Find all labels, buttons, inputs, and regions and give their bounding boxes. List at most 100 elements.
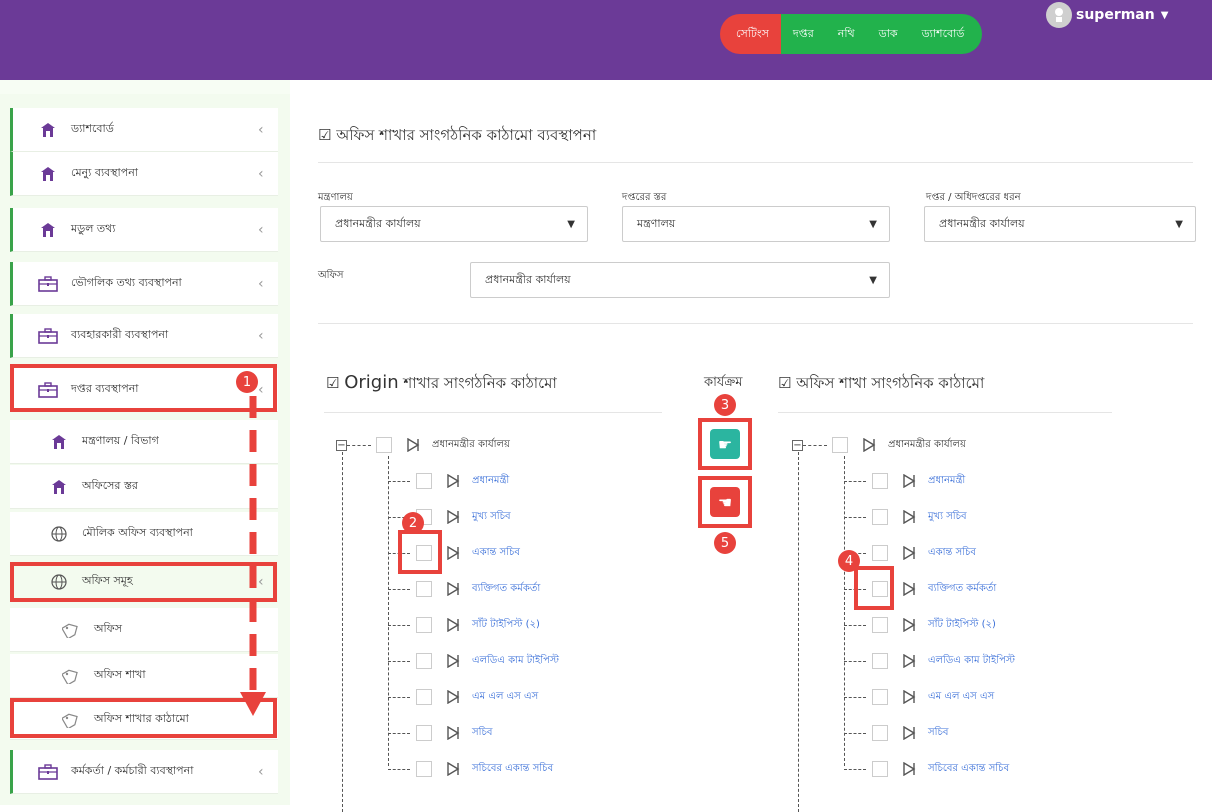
tree-checkbox[interactable] [376, 437, 392, 453]
tree-checkbox[interactable] [832, 437, 848, 453]
tree-root: প্রধানমন্ত্রীর কার্যালয় [832, 434, 966, 456]
tree-label[interactable]: মুখ্য সচিব [472, 509, 511, 526]
sidebar-item-1[interactable]: মেন্যু ব্যবস্থাপনা ‹ [10, 152, 278, 196]
check-square-icon: ☑ [778, 374, 792, 392]
tree-node-icon [446, 725, 460, 741]
tree-node-icon [902, 725, 916, 741]
tree-checkbox[interactable] [872, 545, 888, 561]
office-select[interactable]: প্রধানমন্ত্রীর কার্যালয় ▼ [470, 262, 890, 298]
tree-node: সাঁট টাইপিস্ট (২) [872, 614, 996, 636]
sidebar-item-2[interactable]: মডুল তথ্য ‹ [10, 208, 278, 252]
tag-icon [60, 668, 82, 684]
sidebar-item-label: মেন্যু ব্যবস্থাপনা [71, 166, 138, 179]
home-icon [48, 479, 70, 495]
tree-checkbox[interactable] [872, 473, 888, 489]
tree-node: প্রধানমন্ত্রী [872, 470, 965, 492]
chevron-down-icon: ▼ [1160, 9, 1169, 21]
sidebar-item-4[interactable]: ব্যবহারকারী ব্যবস্থাপনা ‹ [10, 314, 278, 358]
tree-node: এম এল এস এস [872, 686, 994, 708]
layer-label: দপ্তরের স্তর [622, 192, 667, 203]
tree-label[interactable]: একান্ত সচিব [472, 545, 520, 562]
tree-checkbox[interactable] [416, 761, 432, 777]
tree-checkbox[interactable] [416, 617, 432, 633]
tree-label[interactable]: ব্যক্তিগত কর্মকর্তা [928, 581, 996, 598]
tree-label[interactable]: সচিব [928, 725, 948, 742]
sidebar-item-label: মডুল তথ্য [71, 222, 116, 235]
tree-checkbox[interactable] [416, 689, 432, 705]
tree-node-icon [446, 473, 460, 489]
tree-checkbox[interactable] [416, 653, 432, 669]
office-tree-title: ☑ অফিস শাখা সাংগঠনিক কাঠামো [778, 374, 985, 392]
tree-node-icon [446, 617, 460, 633]
tree-label[interactable]: প্রধানমন্ত্রী [928, 473, 965, 490]
tree-label[interactable]: সাঁট টাইপিস্ট (২) [928, 617, 996, 634]
tree-node-icon [902, 581, 916, 597]
hand-point-left-icon: ☚ [717, 492, 733, 512]
tree-node-icon [446, 761, 460, 777]
highlight-checkbox-left [398, 530, 442, 574]
nav-settings[interactable]: সেটিংস [720, 14, 781, 54]
tree-label[interactable]: এম এল এস এস [472, 689, 538, 706]
tree-checkbox[interactable] [416, 725, 432, 741]
highlight-checkbox-right [854, 566, 894, 610]
chevron-left-icon: ‹ [258, 275, 264, 292]
hand-point-right-icon: ☛ [717, 434, 733, 454]
tree-checkbox[interactable] [872, 509, 888, 525]
tree-node-icon [902, 545, 916, 561]
chevron-left-icon: ‹ [258, 121, 264, 138]
nav-office[interactable]: দপ্তর [780, 14, 826, 54]
tree-node: এলডিএ কাম টাইপিস্ট [416, 650, 559, 672]
nav-dashboard[interactable]: ড্যাশবোর্ড [909, 14, 983, 54]
tree-checkbox[interactable] [872, 725, 888, 741]
tree-label[interactable]: সাঁট টাইপিস্ট (২) [472, 617, 540, 634]
tree-collapse-toggle[interactable]: − [336, 440, 347, 451]
move-right-button[interactable]: ☛ [710, 429, 740, 459]
tree-node: সচিবের একান্ত সচিব [872, 758, 1009, 780]
tree-label[interactable]: এম এল এস এস [928, 689, 994, 706]
user-menu[interactable]: superman ▼ [1046, 2, 1168, 28]
tree-node-icon [446, 509, 460, 525]
ministry-select[interactable]: প্রধানমন্ত্রীর কার্যালয় ▼ [320, 206, 588, 242]
tree-label[interactable]: ব্যক্তিগত কর্মকর্তা [472, 581, 540, 598]
tree-label[interactable]: প্রধানমন্ত্রী [472, 473, 509, 490]
tree-checkbox[interactable] [872, 617, 888, 633]
tree-label[interactable]: সচিব [472, 725, 492, 742]
tree-label[interactable]: সচিবের একান্ত সচিব [928, 761, 1009, 778]
tree-checkbox[interactable] [872, 761, 888, 777]
tree-label[interactable]: মুখ্য সচিব [928, 509, 967, 526]
action-label: কার্যক্রম [704, 375, 743, 390]
tree-label: প্রধানমন্ত্রীর কার্যালয় [432, 438, 510, 450]
move-right-button-box: ☛ [698, 418, 752, 470]
nav-file[interactable]: নথি [825, 14, 867, 54]
tree-node: মুখ্য সচিব [872, 506, 967, 528]
tree-checkbox[interactable] [416, 581, 432, 597]
type-select[interactable]: প্রধানমন্ত্রীর কার্যালয় ▼ [924, 206, 1196, 242]
tree-checkbox[interactable] [416, 473, 432, 489]
page-title: ☑ অফিস শাখার সাংগঠনিক কাঠামো ব্যবস্থাপনা [318, 126, 597, 144]
tree-checkbox[interactable] [872, 653, 888, 669]
layer-select[interactable]: মন্ত্রণালয় ▼ [622, 206, 890, 242]
tree-label: প্রধানমন্ত্রীর কার্যালয় [888, 438, 966, 450]
ministry-label: মন্ত্রণালয় [318, 192, 353, 203]
tree-label[interactable]: এলডিএ কাম টাইপিস্ট [472, 653, 559, 670]
nav-dak[interactable]: ডাক [866, 14, 910, 54]
briefcase-icon [37, 763, 59, 780]
sidebar-item-3[interactable]: ভৌগলিক তথ্য ব্যবস্থাপনা ‹ [10, 262, 278, 306]
tree-label[interactable]: এলডিএ কাম টাইপিস্ট [928, 653, 1015, 670]
step-badge-3: 3 [714, 394, 736, 416]
check-square-icon: ☑ [326, 374, 340, 392]
tree-label[interactable]: সচিবের একান্ত সচিব [472, 761, 553, 778]
tree-collapse-toggle[interactable]: − [792, 440, 803, 451]
sidebar-item-label: ব্যবহারকারী ব্যবস্থাপনা [71, 328, 169, 341]
tree-label[interactable]: একান্ত সচিব [928, 545, 976, 562]
tree-checkbox[interactable] [872, 689, 888, 705]
office-label: অফিস [318, 270, 344, 281]
move-left-button[interactable]: ☚ [710, 487, 740, 517]
caret-down-icon: ▼ [567, 218, 575, 230]
sidebar-item-0[interactable]: ড্যাশবোর্ড ‹ [10, 108, 278, 152]
home-icon [37, 122, 59, 138]
sidebar-item-13[interactable]: কর্মকর্তা / কর্মচারী ব্যবস্থাপনা ‹ [10, 750, 278, 794]
tree-node: সচিব [872, 722, 948, 744]
tree-node: সচিবের একান্ত সচিব [416, 758, 553, 780]
tree-node-icon [446, 653, 460, 669]
